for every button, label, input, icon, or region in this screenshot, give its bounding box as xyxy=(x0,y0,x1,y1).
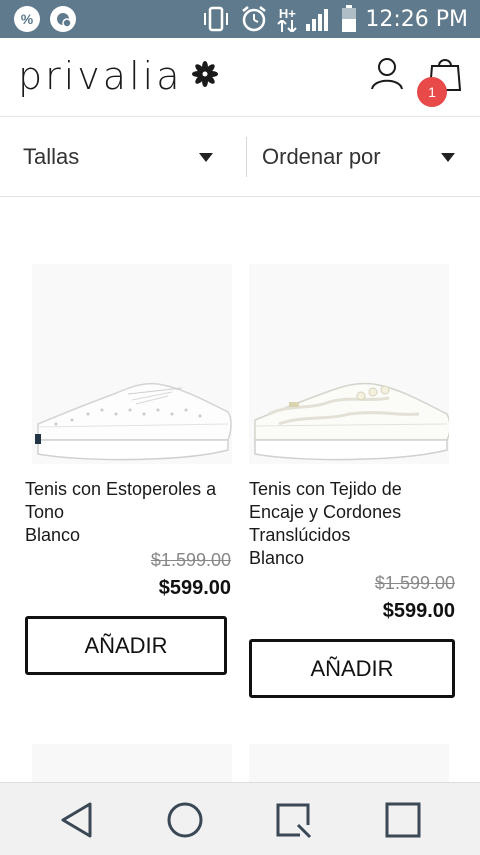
clock: 12:26 PM xyxy=(365,6,468,32)
chevron-down-icon xyxy=(199,153,213,162)
chevron-down-icon xyxy=(441,153,455,162)
product-title[interactable]: Tenis con Estoperoles a Tono xyxy=(25,478,231,524)
cart-count-badge[interactable]: 1 xyxy=(417,77,447,107)
product-image[interactable] xyxy=(249,264,451,464)
system-nav-bar xyxy=(0,782,480,855)
logo-text: privalia xyxy=(18,54,183,98)
flower-icon xyxy=(192,60,219,92)
hplus-data-icon: H+ xyxy=(277,5,298,32)
app-notification-icon xyxy=(50,6,76,32)
battery-icon xyxy=(341,5,357,33)
filter-bar: Tallas Ordenar por xyxy=(0,117,480,197)
product-price: $599.00 xyxy=(158,577,231,599)
filter-divider xyxy=(246,137,247,177)
signal-icon xyxy=(305,6,333,32)
product-image-next[interactable] xyxy=(249,744,449,784)
overview-icon[interactable] xyxy=(384,801,422,844)
vibrate-icon xyxy=(201,5,231,33)
user-account-icon[interactable] xyxy=(370,56,404,95)
product-old-price: $1.599.00 xyxy=(374,573,455,593)
status-bar: % H+ 12:26 PM xyxy=(0,0,480,38)
product-card[interactable]: Tenis con Tejido de Encaje y Cordones Tr… xyxy=(249,264,455,704)
sizes-dropdown[interactable]: Tallas xyxy=(23,117,223,196)
sneaker-image xyxy=(35,382,232,461)
add-to-cart-button[interactable]: AÑADIR xyxy=(25,616,227,675)
product-card[interactable]: Tenis con Estoperoles a Tono Blanco $1.5… xyxy=(25,264,232,684)
hplus-label: H+ xyxy=(278,5,296,21)
percent-icon: % xyxy=(14,6,40,32)
product-image-next[interactable] xyxy=(32,744,232,784)
back-icon[interactable] xyxy=(58,801,96,844)
home-icon[interactable] xyxy=(166,801,204,844)
product-title[interactable]: Tenis con Tejido de Encaje y Cordones Tr… xyxy=(249,478,455,547)
logo[interactable]: privalia xyxy=(18,54,219,98)
product-price: $599.00 xyxy=(382,600,455,622)
sort-label: Ordenar por xyxy=(262,143,381,169)
recents-icon[interactable] xyxy=(274,801,314,846)
sort-dropdown[interactable]: Ordenar por xyxy=(262,117,462,196)
product-color: Blanco xyxy=(25,525,81,545)
app-header: privalia xyxy=(0,38,480,118)
sizes-label: Tallas xyxy=(23,143,80,169)
sneaker-image xyxy=(254,382,451,461)
alarm-icon xyxy=(239,4,269,34)
product-color: Blanco xyxy=(249,548,305,568)
product-image[interactable] xyxy=(32,264,232,464)
add-to-cart-button[interactable]: AÑADIR xyxy=(249,639,455,698)
product-old-price: $1.599.00 xyxy=(150,550,231,570)
